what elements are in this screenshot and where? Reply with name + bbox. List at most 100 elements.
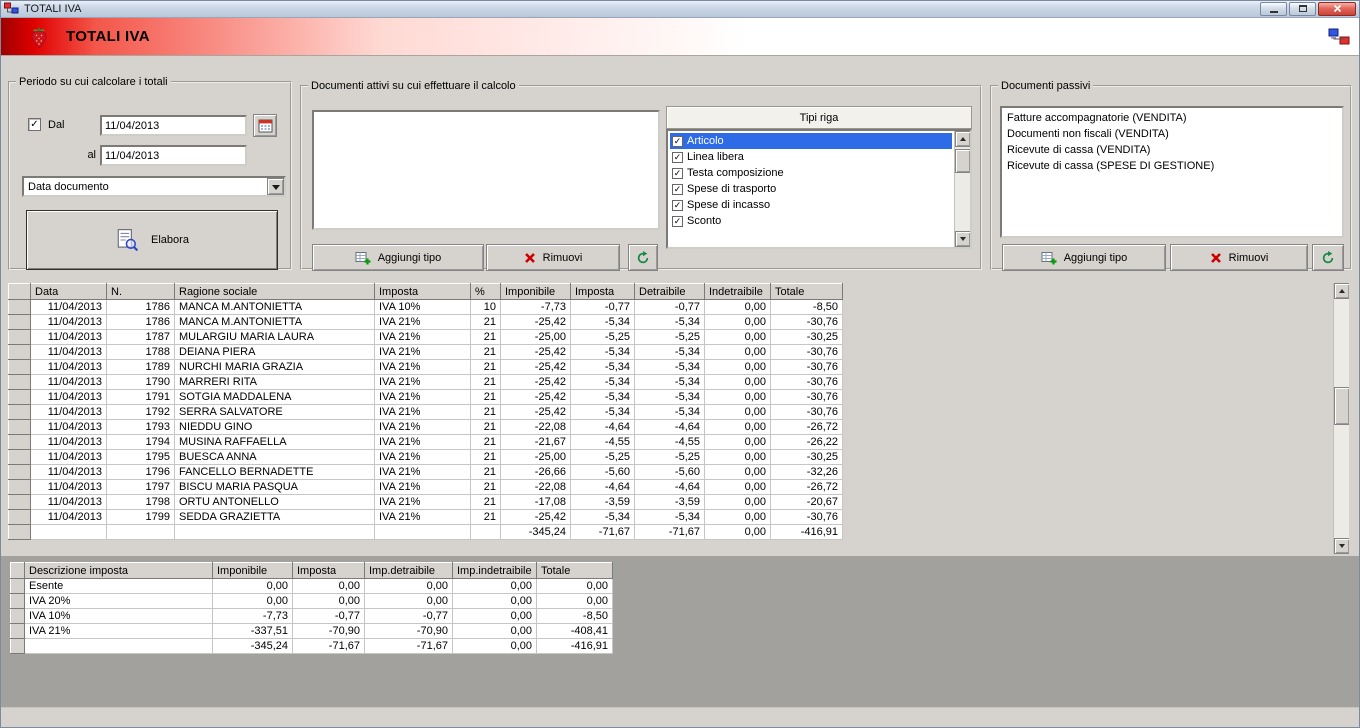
scroll-up-button[interactable]	[955, 131, 970, 147]
column-header-imponibile[interactable]: Imponibile	[500, 283, 571, 300]
table-row[interactable]: IVA 21% -337,51 -70,90 -70,90 0,00 -408,41	[10, 623, 613, 639]
column-header-totale[interactable]: Totale	[770, 283, 843, 300]
passivi-aggiungi-tipo-button[interactable]: Aggiungi tipo	[1002, 244, 1166, 271]
tipi-riga-item[interactable]: ✓ Spese di incasso	[670, 197, 952, 213]
checkbox-icon[interactable]: ✓	[672, 167, 683, 179]
checkbox-icon[interactable]: ✓	[672, 215, 683, 227]
table-row[interactable]: IVA 10% -7,73 -0,77 -0,77 0,00 -8,50	[10, 608, 613, 624]
documento-passivo-item[interactable]: Fatture accompagnatorie (VENDITA)	[1004, 110, 1340, 126]
column-header-detraibile[interactable]: Detraibile	[634, 283, 705, 300]
column-header-descrizione-imposta[interactable]: Descrizione imposta	[24, 562, 213, 579]
column-header-n[interactable]: N.	[106, 283, 175, 300]
row-selector[interactable]	[8, 434, 31, 450]
scroll-thumb[interactable]	[955, 149, 970, 173]
row-selector[interactable]	[8, 509, 31, 525]
table-row[interactable]: 11/04/2013 1793 NIEDDU GINO IVA 21% 21 -22,08…	[8, 419, 843, 435]
table-row[interactable]: 11/04/2013 1788 DEIANA PIERA IVA 21% 21 -25,4…	[8, 344, 843, 360]
passivi-rimuovi-button[interactable]: Rimuovi	[1170, 244, 1308, 271]
attivi-rimuovi-button[interactable]: Rimuovi	[486, 244, 620, 271]
tipi-riga-item[interactable]: ✓ Linea libera	[670, 149, 952, 165]
network-icon[interactable]	[1328, 28, 1350, 46]
table-row[interactable]: 11/04/2013 1792 SERRA SALVATORE IVA 21% 21 -2…	[8, 404, 843, 420]
checkbox-icon[interactable]: ✓	[672, 135, 683, 147]
row-selector[interactable]	[8, 404, 31, 420]
documento-passivo-item[interactable]: Ricevute di cassa (SPESE DI GESTIONE)	[1004, 158, 1340, 174]
row-selector[interactable]	[10, 638, 25, 654]
table-row[interactable]: 11/04/2013 1791 SOTGIA MADDALENA IVA 21% 21-…	[8, 389, 843, 405]
documenti-attivi-list[interactable]	[312, 110, 660, 230]
scroll-up-button[interactable]	[1334, 283, 1349, 299]
table-row[interactable]: 11/04/2013 1786 MANCA M.ANTONIETTA IVA 10% 1…	[8, 299, 843, 315]
column-header-imposta[interactable]: Imposta	[374, 283, 471, 300]
al-date-input[interactable]	[100, 145, 247, 166]
calendar-button[interactable]	[253, 114, 277, 137]
table-row[interactable]: 11/04/2013 1796 FANCELLO BERNADETTE IVA 21%…	[8, 464, 843, 480]
column-header-selector[interactable]	[8, 283, 31, 300]
tipi-riga-item[interactable]: ✓ Spese di trasporto	[670, 181, 952, 197]
documenti-passivi-list[interactable]: Fatture accompagnatorie (VENDITA) Documen…	[1000, 106, 1344, 238]
row-selector[interactable]	[8, 299, 31, 315]
row-selector[interactable]	[8, 374, 31, 390]
table-row[interactable]: 11/04/2013 1795 BUESCA ANNA IVA 21% 21 -25,00…	[8, 449, 843, 465]
attivi-aggiungi-tipo-button[interactable]: Aggiungi tipo	[312, 244, 484, 271]
row-selector[interactable]	[8, 389, 31, 405]
tipi-riga-item[interactable]: ✓ Testa composizione	[670, 165, 952, 181]
column-header-data[interactable]: Data	[30, 283, 107, 300]
table-row[interactable]: 11/04/2013 1798 ORTU ANTONELLO IVA 21% 21 -17…	[8, 494, 843, 510]
dal-date-input[interactable]	[100, 115, 247, 136]
tipi-riga-scrollbar[interactable]	[954, 131, 970, 247]
passivi-svuota-button[interactable]	[1312, 244, 1344, 271]
date-type-select[interactable]: Data documento	[22, 176, 286, 197]
column-header-ragione-sociale[interactable]: Ragione sociale	[174, 283, 375, 300]
attivi-svuota-button[interactable]	[628, 244, 658, 271]
row-selector[interactable]	[8, 494, 31, 510]
row-selector[interactable]	[8, 479, 31, 495]
row-selector[interactable]	[10, 608, 25, 624]
checkbox-icon[interactable]: ✓	[672, 183, 683, 195]
dal-checkbox[interactable]: ✓	[28, 118, 41, 131]
row-selector[interactable]	[10, 593, 25, 609]
row-selector[interactable]	[8, 449, 31, 465]
column-header-totale[interactable]: Totale	[536, 562, 613, 579]
documento-passivo-item[interactable]: Ricevute di cassa (VENDITA)	[1004, 142, 1340, 158]
table-row[interactable]: 11/04/2013 1799 SEDDA GRAZIETTA IVA 21% 21 -2…	[8, 509, 843, 525]
row-selector[interactable]	[10, 578, 25, 594]
table-row[interactable]: 11/04/2013 1794 MUSINA RAFFAELLA IVA 21% 21-…	[8, 434, 843, 450]
column-header-indetraibile[interactable]: Indetraibile	[704, 283, 771, 300]
scroll-down-button[interactable]	[1334, 538, 1349, 554]
close-button[interactable]	[1318, 1, 1356, 16]
tipi-riga-item[interactable]: ✓ Articolo	[670, 133, 952, 149]
results-vertical-scrollbar[interactable]	[1333, 283, 1349, 554]
row-selector[interactable]	[10, 623, 25, 639]
checkbox-icon[interactable]: ✓	[672, 199, 683, 211]
scroll-down-button[interactable]	[955, 231, 970, 247]
dropdown-button[interactable]	[267, 178, 284, 195]
table-row[interactable]: 11/04/2013 1787 MULARGIU MARIA LAURA IVA 21…	[8, 329, 843, 345]
table-row[interactable]: 11/04/2013 1786 MANCA M.ANTONIETTA IVA 21% 2…	[8, 314, 843, 330]
column-header-imponibile[interactable]: Imponibile	[212, 562, 293, 579]
totals-row[interactable]: -345,24 -71,67 -71,67 0,00 -416,91	[10, 638, 613, 654]
row-selector[interactable]	[8, 344, 31, 360]
row-selector[interactable]	[8, 314, 31, 330]
table-row[interactable]: 11/04/2013 1789 NURCHI MARIA GRAZIA IVA 21%…	[8, 359, 843, 375]
row-selector[interactable]	[8, 524, 31, 540]
tipi-riga-item[interactable]: ✓ Sconto	[670, 213, 952, 229]
checkbox-icon[interactable]: ✓	[672, 151, 683, 163]
column-header-imposta[interactable]: Imposta	[292, 562, 365, 579]
column-header-selector[interactable]	[10, 562, 25, 579]
column-header-imp-detraibile[interactable]: Imp.detraibile	[364, 562, 453, 579]
column-header-imp-indetraibile[interactable]: Imp.indetraibile	[452, 562, 537, 579]
row-selector[interactable]	[8, 464, 31, 480]
column-header-percent[interactable]: %	[470, 283, 501, 300]
table-row[interactable]: 11/04/2013 1797 BISCU MARIA PASQUA IVA 21% 2…	[8, 479, 843, 495]
tipi-riga-list[interactable]: ✓ Articolo ✓ Linea libera ✓ Testa composizion…	[666, 129, 972, 249]
tipi-riga-header[interactable]: Tipi riga	[666, 106, 972, 129]
row-selector[interactable]	[8, 419, 31, 435]
row-selector[interactable]	[8, 359, 31, 375]
table-row[interactable]: 11/04/2013 1790 MARRERI RITA IVA 21% 21 -25,4…	[8, 374, 843, 390]
row-selector[interactable]	[8, 329, 31, 345]
totals-row[interactable]: -345,24 -71,67 -71,67 0,00 -416,91	[8, 524, 843, 540]
documento-passivo-item[interactable]: Documenti non fiscali (VENDITA)	[1004, 126, 1340, 142]
column-header-imposta2[interactable]: Imposta	[570, 283, 635, 300]
table-row[interactable]: Esente 0,00 0,00 0,00 0,00 0,00	[10, 578, 613, 594]
